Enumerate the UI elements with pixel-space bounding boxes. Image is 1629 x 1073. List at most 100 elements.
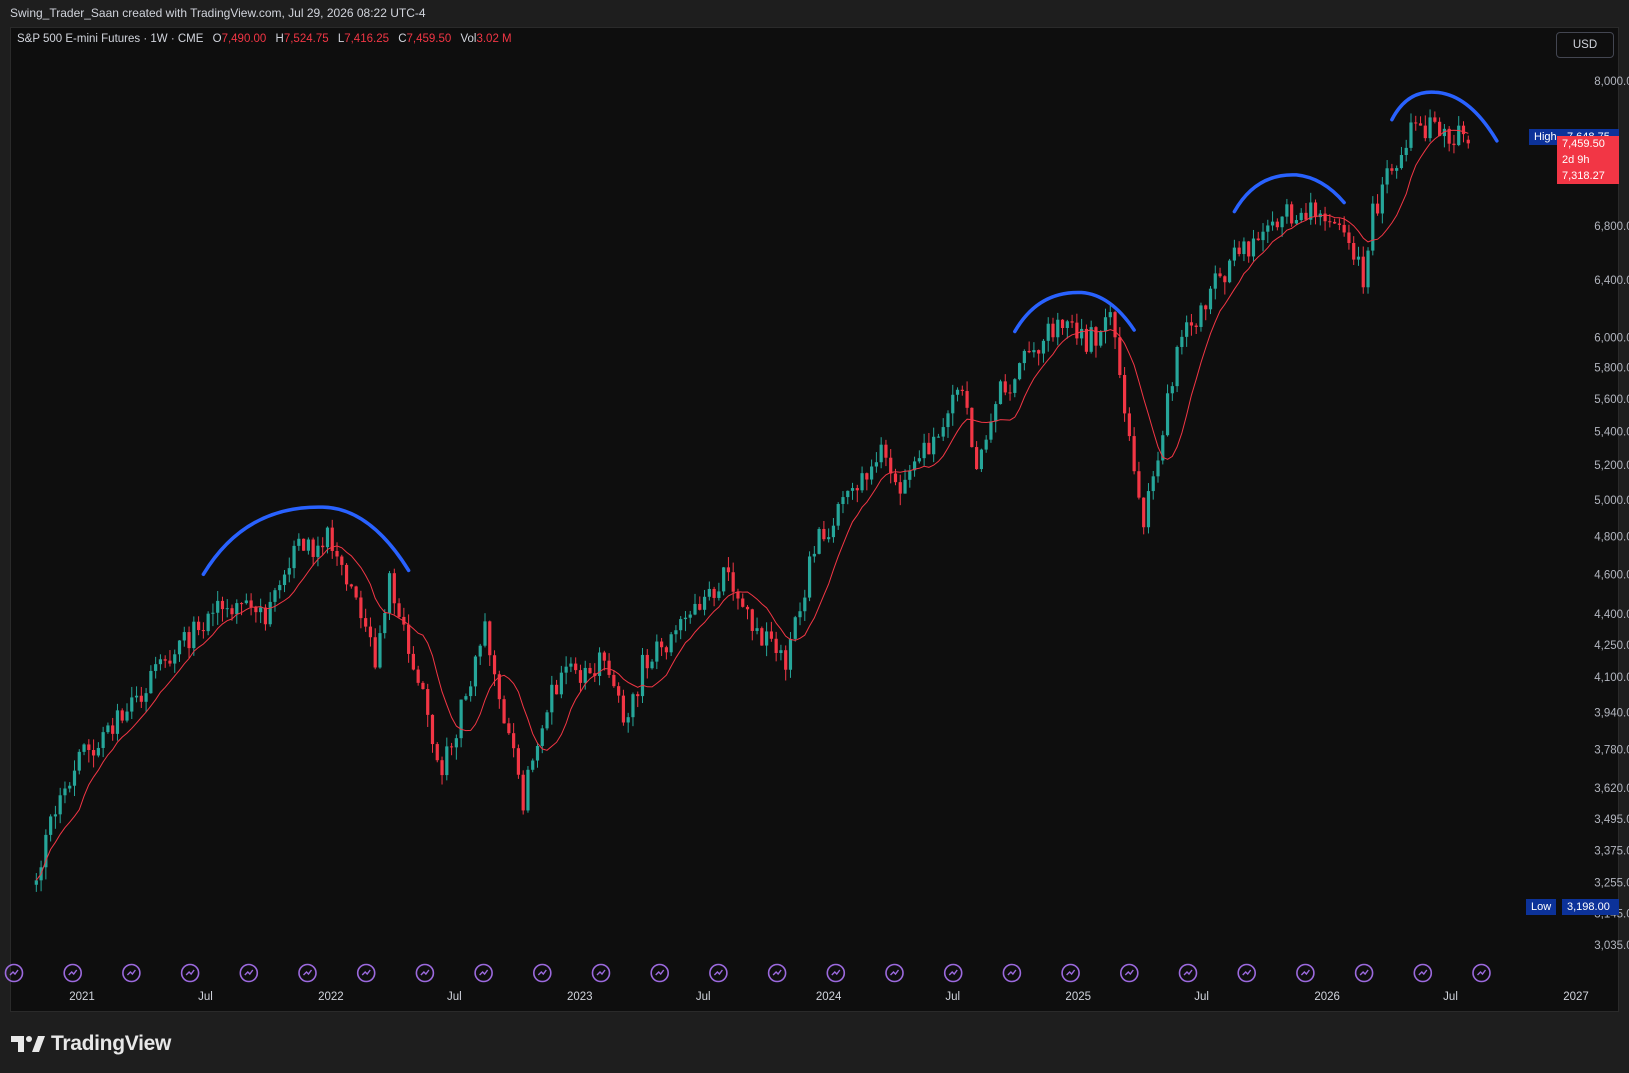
candle (1285, 198, 1289, 224)
candle (407, 614, 411, 663)
candle-body (254, 607, 258, 613)
candle (154, 656, 158, 679)
time-tick-label: 2024 (816, 991, 842, 1003)
candle (1423, 115, 1427, 142)
candle-body (707, 588, 711, 597)
candle-body (1395, 168, 1399, 171)
user-drawings[interactable] (201, 90, 1499, 577)
candle (58, 787, 62, 824)
candle (449, 742, 454, 756)
candle (397, 598, 401, 619)
candle (1180, 329, 1184, 355)
candle (1213, 265, 1217, 300)
price-axis[interactable]: 8,000.00 6,800.00 6,400.00 6,000.00 5,800.00… (1594, 76, 1629, 952)
candle-body (1313, 202, 1318, 218)
candle (421, 681, 425, 690)
candle-body (1337, 223, 1341, 225)
candle (574, 657, 578, 674)
candle-body (416, 669, 420, 683)
event-icon (885, 963, 904, 983)
candle-body (268, 601, 272, 625)
candle-body (1352, 242, 1356, 260)
candle (798, 602, 802, 626)
candle (130, 686, 134, 720)
price-chart[interactable]: 8,000.00 6,800.00 6,400.00 6,000.00 5,800.00… (0, 0, 1629, 1073)
low-tag-label: Low (1526, 899, 1557, 915)
candle-body (58, 795, 62, 815)
candle (912, 456, 917, 477)
candle (860, 466, 864, 493)
tradingview-logo[interactable]: TradingView (11, 1030, 171, 1058)
candle-body (344, 564, 349, 585)
candle-body (836, 504, 840, 526)
candle-body (936, 436, 941, 438)
candle (1390, 163, 1394, 175)
candle-body (1423, 125, 1427, 139)
candle-body (1175, 346, 1179, 387)
candle-body (554, 684, 559, 695)
candle-body (1380, 184, 1384, 214)
candle-body (855, 488, 859, 491)
currency-button[interactable]: USD (1556, 32, 1614, 58)
legend-symbol[interactable]: S&P 500 E-mini Futures · 1W · CME (17, 33, 203, 45)
candle (77, 749, 81, 775)
candle-body (951, 394, 955, 414)
candle (469, 680, 473, 702)
candle (373, 628, 377, 670)
price-tick-label: 3,620.00 (1594, 783, 1629, 795)
candle-body (1452, 143, 1456, 146)
candle-body (550, 684, 554, 713)
candle (120, 708, 124, 724)
candle-body (898, 482, 902, 494)
time-axis[interactable]: 2021 Jul 2022 Jul 2023 Jul 2024 Jul 2025 Jul 2026 J… (69, 991, 1589, 1003)
candle (82, 743, 86, 756)
candle (182, 626, 186, 647)
candle (1294, 215, 1299, 225)
candle-body (1228, 260, 1232, 283)
candle (650, 659, 654, 670)
candle-body (77, 751, 81, 771)
candle-body (91, 750, 96, 756)
event-icon (122, 963, 141, 983)
candle (564, 656, 568, 685)
candle (1299, 208, 1303, 223)
candle (688, 610, 692, 624)
candle (53, 805, 58, 829)
candle (554, 679, 559, 695)
candle (550, 675, 554, 725)
candle (1251, 229, 1256, 262)
candle (411, 646, 415, 671)
candle-body (870, 466, 874, 480)
legend-high-label: H (275, 33, 284, 45)
candle-body (879, 444, 883, 463)
last-price-tag: 7,459.50 (1557, 136, 1619, 152)
candle-body (750, 609, 754, 631)
candle (941, 418, 945, 441)
candle (445, 737, 449, 781)
candle-body (850, 488, 855, 491)
candle (807, 551, 812, 602)
candle (378, 625, 382, 669)
ma-value-tag: 7,318.27 (1557, 168, 1619, 184)
candle (63, 781, 67, 804)
candle-body (602, 652, 606, 661)
candle (922, 433, 926, 466)
legend-close-value: 7,459.50 (406, 33, 452, 45)
candle-body (473, 656, 478, 687)
candle (440, 756, 444, 785)
candle-body (364, 618, 368, 627)
candle-body (784, 650, 788, 670)
candle (1290, 201, 1294, 227)
price-tick-label: 3,940.00 (1594, 707, 1629, 719)
candle (177, 640, 182, 662)
candle (68, 782, 72, 793)
candle-body (1342, 224, 1346, 233)
legend-volume-value: 3.02 M (476, 33, 512, 45)
candle (364, 608, 368, 632)
candle-body (1399, 155, 1404, 169)
candle-body (989, 421, 993, 440)
candle-body (249, 600, 253, 608)
candle-body (621, 695, 626, 723)
candle (1395, 165, 1399, 179)
candle (932, 427, 936, 463)
